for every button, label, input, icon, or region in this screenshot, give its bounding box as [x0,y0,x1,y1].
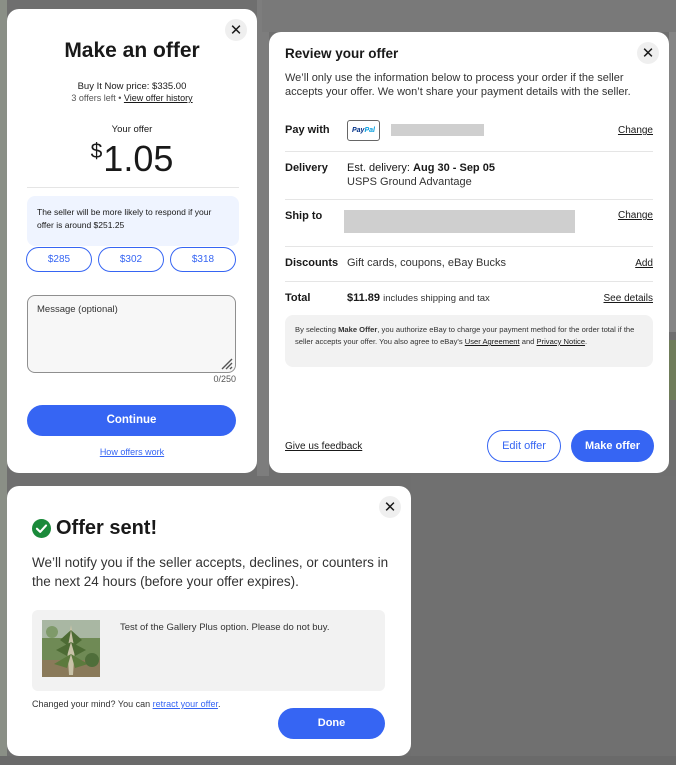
buy-it-now-price: Buy It Now price: $335.00 [77,81,187,92]
done-button[interactable]: Done [278,708,385,739]
background-tile [257,0,269,476]
discounts-row: Discounts Gift cards, coupons, eBay Buck… [285,247,653,282]
add-discount-link[interactable]: Add [635,258,653,269]
background-tile [0,756,676,765]
your-offer-label: Your offer [111,124,153,135]
edit-offer-button[interactable]: Edit offer [487,430,561,462]
offer-amount-value: 1.05 [103,138,174,179]
offer-amount-input[interactable]: $1.05 [7,138,257,180]
delivery-row: Delivery Est. delivery: Aug 30 - Sep 05 … [285,152,653,200]
offer-sent-dialog: ✕ Offer sent! We’ll notify you if the se… [7,486,411,756]
pay-with-label: Pay with [285,124,330,136]
character-counter: 0/250 [213,374,236,384]
close-icon[interactable]: ✕ [225,19,247,41]
message-textarea[interactable]: Message (optional) [27,295,236,373]
delivery-dates: Aug 30 - Sep 05 [413,162,495,174]
retract-offer-link[interactable]: retract your offer [153,699,218,709]
offer-hint-banner: The seller will be more likely to respon… [27,196,239,246]
redacted-account [391,124,484,136]
currency-symbol: $ [90,140,103,163]
give-feedback-link[interactable]: Give us feedback [285,441,362,452]
review-intro-text: We’ll only use the information below to … [285,72,631,98]
suggested-offer-button[interactable]: $302 [98,247,164,272]
view-offer-history-link[interactable]: View offer history [124,93,193,103]
suggested-offer-button[interactable]: $285 [26,247,92,272]
pay-with-row: Pay with PayPal Change [285,120,653,152]
background-tile [669,340,676,400]
resize-handle-icon[interactable] [217,354,233,370]
background-tile [262,0,676,32]
check-circle-icon [32,519,51,538]
redacted-address [344,210,575,233]
suggested-offer-button[interactable]: $318 [170,247,236,272]
make-offer-dialog: ✕ Make an offer Buy It Now price: $335.0… [7,9,257,473]
item-thumbnail[interactable] [42,620,100,677]
user-agreement-link[interactable]: User Agreement [465,337,520,346]
total-row: Total $11.89 includes shipping and tax S… [285,282,653,312]
total-value: $11.89 includes shipping and tax [347,292,490,304]
offer-sent-description: We’ll notify you if the seller accepts, … [32,555,389,589]
continue-button[interactable]: Continue [27,405,236,436]
dialog-title: Review your offer [285,46,399,61]
change-payment-link[interactable]: Change [618,125,653,136]
ship-to-label: Ship to [285,210,323,222]
ship-to-row: Ship to Change [285,200,653,247]
how-offers-work-link[interactable]: How offers work [100,447,164,457]
estimated-delivery: Est. delivery: Aug 30 - Sep 05 [347,162,495,174]
make-offer-button[interactable]: Make offer [571,430,654,462]
discounts-label: Discounts [285,257,339,269]
legal-notice: By selecting Make Offer, you authorize e… [285,315,653,367]
total-note: includes shipping and tax [383,293,490,304]
dialog-title: Make an offer [64,39,200,62]
paypal-logo-icon: PayPal [347,120,380,141]
item-summary-card: Test of the Gallery Plus option. Please … [32,610,385,691]
close-icon[interactable]: ✕ [637,42,659,64]
background-tile [411,476,676,765]
privacy-notice-link[interactable]: Privacy Notice [537,337,586,346]
dialog-title: Offer sent! [56,517,158,539]
divider [27,187,239,188]
total-label: Total [285,292,311,304]
delivery-label: Delivery [285,162,328,174]
shipping-method: USPS Ground Advantage [347,176,472,188]
item-title: Test of the Gallery Plus option. Please … [120,622,330,633]
discounts-value: Gift cards, coupons, eBay Bucks [347,257,506,269]
total-amount: $11.89 [347,292,381,304]
background-tile [0,0,7,765]
review-offer-dialog: Review your offer ✕ We’ll only use the i… [269,32,669,473]
close-icon[interactable]: ✕ [379,496,401,518]
offers-left-text: 3 offers left • View offer history [7,93,257,103]
change-address-link[interactable]: Change [618,210,653,221]
message-placeholder: Message (optional) [37,304,118,315]
retract-notice: Changed your mind? You can retract your … [32,699,221,709]
offers-left-count: 3 offers left • [71,93,122,103]
see-details-link[interactable]: See details [604,293,653,304]
background-tile [669,32,676,332]
